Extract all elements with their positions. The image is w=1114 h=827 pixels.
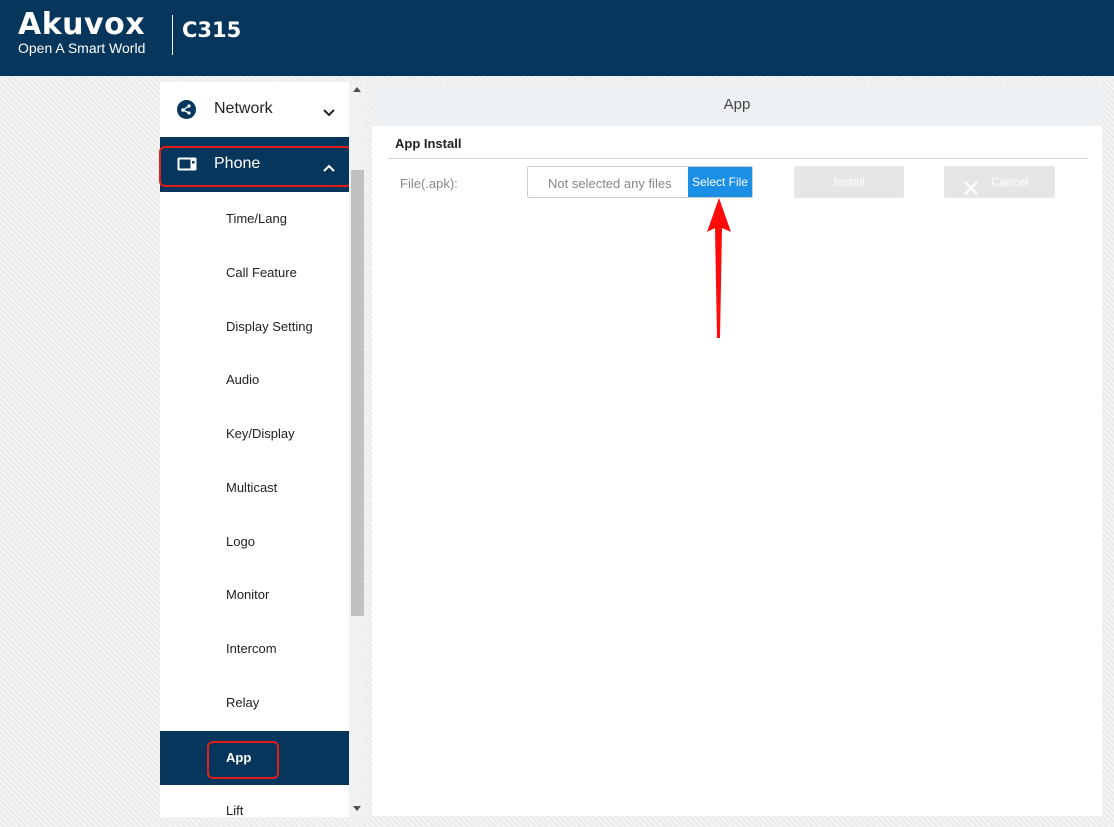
scrollbar-thumb[interactable] [351, 170, 364, 616]
close-icon [964, 175, 978, 207]
sidebar-item-label: Logo [226, 534, 255, 549]
cancel-button[interactable]: Cancel [944, 166, 1055, 198]
logo-divider [172, 15, 173, 55]
sidebar-item-label: Multicast [226, 480, 278, 495]
sidebar-item-label: Display Setting [226, 319, 313, 334]
sidebar-item-label: Call Feature [226, 265, 297, 280]
sidebar-item-time-lang[interactable]: Time/Lang [160, 192, 349, 246]
scroll-down-arrow-icon[interactable] [353, 806, 361, 811]
sidebar-item-label: Audio [226, 372, 260, 387]
sidebar-item-label: Relay [226, 695, 260, 710]
sidebar-nav: Network Phone Time/Lang Call Feature Dis… [160, 82, 349, 817]
device-model: C315 [182, 18, 242, 42]
sidebar-item-audio[interactable]: Audio [160, 353, 349, 407]
sidebar-scrollbar[interactable] [349, 82, 366, 817]
sidebar-item-intercom[interactable]: Intercom [160, 622, 349, 676]
file-input-placeholder: Not selected any files [548, 176, 672, 191]
app-highlight-box [207, 741, 279, 779]
akuvox-logo: Akuvox Open A Smart World [18, 7, 146, 57]
sidebar-item-logo[interactable]: Logo [160, 515, 349, 569]
sidebar-item-label: Key/Display [226, 426, 295, 441]
sidebar-item-relay[interactable]: Relay [160, 676, 349, 730]
sidebar-item-display-setting[interactable]: Display Setting [160, 300, 349, 354]
page-title: App [723, 96, 751, 113]
network-icon [177, 100, 196, 124]
scroll-up-arrow-icon[interactable] [353, 87, 361, 92]
section-divider [387, 158, 1087, 159]
section-title: App Install [395, 136, 462, 151]
sidebar-item-label: Time/Lang [226, 211, 287, 226]
chevron-down-icon [323, 104, 335, 122]
install-button[interactable]: Install [794, 166, 904, 198]
top-header: Akuvox Open A Smart World C315 [0, 0, 1114, 76]
sidebar-item-monitor[interactable]: Monitor [160, 568, 349, 622]
brand-tagline: Open A Smart World [18, 40, 146, 56]
select-file-button[interactable]: Select File [688, 167, 752, 197]
sidebar-item-key-display[interactable]: Key/Display [160, 407, 349, 461]
sidebar-item-label: Intercom [226, 641, 277, 656]
sidebar-item-label: Lift [226, 803, 244, 817]
phone-highlight-box [159, 146, 352, 187]
cancel-label: Cancel [991, 175, 1029, 189]
sidebar-item-label: Monitor [226, 587, 270, 602]
sidebar-item-multicast[interactable]: Multicast [160, 461, 349, 515]
red-arrow-icon [707, 198, 731, 338]
main-panel: App App Install File(.apk): Not selected… [372, 83, 1102, 816]
file-field-label: File(.apk): [400, 176, 458, 191]
file-input[interactable]: Not selected any files Select File [527, 166, 753, 198]
page-title-bar: App [372, 83, 1102, 126]
sidebar-item-network[interactable]: Network [160, 82, 349, 137]
sidebar-item-call-feature[interactable]: Call Feature [160, 246, 349, 300]
sidebar-network-label: Network [214, 100, 273, 117]
brand-name: Akuvox [18, 7, 146, 42]
sidebar-item-lift[interactable]: Lift [160, 784, 349, 817]
